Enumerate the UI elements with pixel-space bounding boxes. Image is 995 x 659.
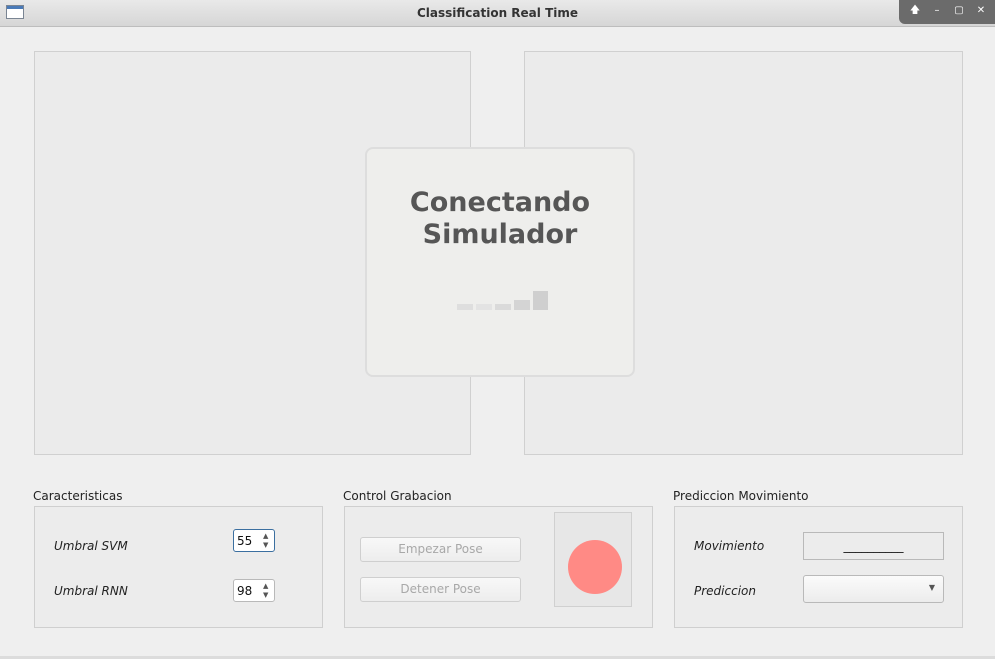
prediccion-label: Prediccion — [694, 584, 756, 598]
umbral-svm-spinbox[interactable]: 55 ▲ ▼ — [233, 529, 275, 552]
maximize-button[interactable]: ▢ — [951, 4, 967, 18]
recording-indicator-frame — [554, 512, 632, 607]
umbral-rnn-stepper[interactable]: ▲ ▼ — [260, 580, 274, 601]
umbral-svm-value: 55 — [237, 534, 253, 548]
umbral-svm-label: Umbral SVM — [54, 539, 128, 553]
recording-indicator-icon — [568, 540, 622, 594]
umbral-svm-stepper[interactable]: ▲ ▼ — [260, 530, 274, 551]
caracteristicas-group-label: Caracteristicas — [33, 489, 123, 503]
movimiento-display: __________ — [803, 532, 944, 560]
empezar-pose-button[interactable]: Empezar Pose — [360, 537, 521, 562]
step-down-icon[interactable]: ▼ — [263, 592, 268, 599]
window-title: Classification Real Time — [416, 6, 579, 20]
prediccion-movimiento-group-label: Prediccion Movimiento — [673, 489, 809, 503]
minimize-button[interactable]: – — [929, 4, 945, 18]
step-up-icon[interactable]: ▲ — [263, 533, 268, 540]
title-bar: Classification Real Time 🡅 – ▢ ✕ — [0, 0, 995, 27]
window-controls: 🡅 – ▢ ✕ — [899, 0, 995, 24]
step-down-icon[interactable]: ▼ — [263, 542, 268, 549]
keep-above-button[interactable]: 🡅 — [907, 4, 923, 18]
umbral-rnn-spinbox[interactable]: 98 ▲ ▼ — [233, 579, 275, 602]
caracteristicas-group — [34, 506, 323, 628]
loading-indicator — [457, 290, 557, 310]
prediccion-movimiento-group — [674, 506, 963, 628]
umbral-rnn-label: Umbral RNN — [54, 584, 128, 598]
chevron-down-icon[interactable]: ▼ — [929, 583, 935, 592]
movimiento-label: Movimiento — [694, 539, 765, 553]
close-button[interactable]: ✕ — [973, 4, 989, 18]
connecting-title: Conectando Simulador — [409, 187, 591, 250]
control-grabacion-group-label: Control Grabacion — [343, 489, 452, 503]
connecting-overlay: Conectando Simulador — [365, 147, 635, 377]
step-up-icon[interactable]: ▲ — [263, 583, 268, 590]
prediccion-combobox[interactable]: ▼ — [803, 575, 944, 603]
umbral-rnn-value: 98 — [237, 584, 253, 598]
detener-pose-button[interactable]: Detener Pose — [360, 577, 521, 602]
